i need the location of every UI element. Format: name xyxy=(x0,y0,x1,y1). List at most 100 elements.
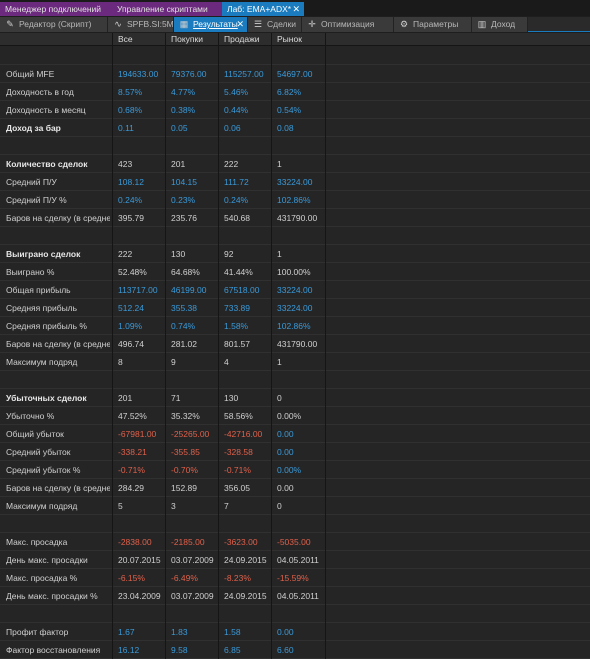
column-divider xyxy=(112,33,113,659)
table-row[interactable]: Максимум подряд 5 3 7 0 xyxy=(0,497,590,515)
table-row[interactable]: Общий MFE 194633.00 79376.00 115257.00 54697… xyxy=(0,65,590,83)
tab-income[interactable]: ▥ Доход xyxy=(472,17,528,32)
value-sells: 67518.00 xyxy=(224,285,260,295)
tab-label: Оптимизация xyxy=(321,19,375,29)
table-row[interactable]: Баров на сделку (в среднем) 284.29 152.89 3… xyxy=(0,479,590,497)
value-market: 33224.00 xyxy=(277,177,313,187)
table-row[interactable]: Макс. просадка -2838.00 -2185.00 -3623.00 -5… xyxy=(0,533,590,551)
close-icon[interactable]: ✕ xyxy=(292,2,300,16)
table-row-spacer[interactable] xyxy=(0,227,590,245)
value-sells xyxy=(224,47,270,65)
column-header-market[interactable]: Рынок xyxy=(277,33,337,46)
value-all: -6.15% xyxy=(118,573,145,583)
value-market: 1 xyxy=(277,249,282,259)
column-header-buys[interactable]: Покупки xyxy=(171,33,217,46)
tab-script-editor[interactable]: ✎ Редактор (Скрипт) xyxy=(0,17,108,32)
row-label: Баров на сделку (в среднем) xyxy=(6,339,110,349)
tab-label: Управление скриптами xyxy=(117,4,208,14)
tab-instrument-chart[interactable]: ∿ SPFB.SI:5M xyxy=(108,17,174,32)
tab-script-manager[interactable]: Управление скриптами xyxy=(112,2,222,16)
value-sells: 1.58 xyxy=(224,627,241,637)
table-row[interactable]: Средняя прибыль 512.24 355.38 733.89 33224.0… xyxy=(0,299,590,317)
table-row[interactable]: День макс. просадки 20.07.2015 03.07.2009 2… xyxy=(0,551,590,569)
table-row-spacer[interactable] xyxy=(0,515,590,533)
table-row[interactable]: Доходность в месяц 0.68% 0.38% 0.44% 0.54% xyxy=(0,101,590,119)
value-sells: 5.46% xyxy=(224,87,249,97)
value-all: 108.12 xyxy=(118,177,144,187)
value-all: 395.79 xyxy=(118,213,144,223)
column-header-all[interactable]: Все xyxy=(118,33,166,46)
row-label: Баров на сделку (в среднем) xyxy=(6,213,110,223)
value-market: 54697.00 xyxy=(277,69,313,79)
table-row[interactable]: Средняя прибыль % 1.09% 0.74% 1.58% 102.86% xyxy=(0,317,590,335)
value-sells: 130 xyxy=(224,393,239,403)
row-label xyxy=(6,137,110,155)
value-sells xyxy=(224,371,270,389)
row-label: Средняя прибыль % xyxy=(6,321,87,331)
table-row[interactable]: Общая прибыль 113717.00 46199.00 67518.00 33… xyxy=(0,281,590,299)
value-all: 1.67 xyxy=(118,627,135,637)
table-row[interactable]: Фактор восстановления 16.12 9.58 6.85 6.60 xyxy=(0,641,590,659)
value-market: 0.00% xyxy=(277,411,302,421)
table-row-spacer[interactable] xyxy=(0,371,590,389)
value-sells: 222 xyxy=(224,159,239,169)
row-label: Выиграно сделок xyxy=(6,249,81,259)
value-sells: 41.44% xyxy=(224,267,253,277)
value-sells: 0.06 xyxy=(224,123,241,133)
table-row[interactable]: Выиграно % 52.48% 64.68% 41.44% 100.00% xyxy=(0,263,590,281)
row-label xyxy=(6,515,110,533)
table-row[interactable]: Выиграно сделок 222 130 92 1 xyxy=(0,245,590,263)
close-icon[interactable]: ✕ xyxy=(236,17,244,32)
table-row[interactable]: Количество сделок 423 201 222 1 xyxy=(0,155,590,173)
table-row[interactable]: Баров на сделку (в среднем) 496.74 281.02 8… xyxy=(0,335,590,353)
row-label: День макс. просадки % xyxy=(6,591,98,601)
value-all: -338.21 xyxy=(118,447,147,457)
table-row[interactable]: Доходность в год 8.57% 4.77% 5.46% 6.82% xyxy=(0,83,590,101)
column-divider xyxy=(218,33,219,659)
value-market: 6.82% xyxy=(277,87,302,97)
tab-label: SPFB.SI:5M xyxy=(127,19,174,29)
value-market: 0 xyxy=(277,393,282,403)
tab-connection-manager[interactable]: Менеджер подключений xyxy=(0,2,112,16)
value-buys: 281.02 xyxy=(171,339,197,349)
row-label: Убыточных сделок xyxy=(6,393,87,403)
row-label xyxy=(6,605,110,623)
tab-lab-ema-adx[interactable]: Лаб: EMA+ADX* ✕ xyxy=(222,2,304,16)
table-row[interactable]: Доход за бар 0.11 0.05 0.06 0.08 xyxy=(0,119,590,137)
tab-trades[interactable]: ☰ Сделки xyxy=(248,17,302,32)
table-row[interactable]: Баров на сделку (в среднем) 395.79 235.76 5… xyxy=(0,209,590,227)
table-row[interactable]: Общий убыток -67981.00 -25265.00 -42716.00 0… xyxy=(0,425,590,443)
value-sells: -8.23% xyxy=(224,573,251,583)
value-market: 33224.00 xyxy=(277,285,313,295)
value-buys xyxy=(171,137,217,155)
tab-optimization[interactable]: ✛ Оптимизация xyxy=(302,17,394,32)
value-buys: -2185.00 xyxy=(171,537,205,547)
table-row-spacer[interactable] xyxy=(0,47,590,65)
value-all: 16.12 xyxy=(118,645,140,655)
table-row[interactable]: Средний П/У 108.12 104.15 111.72 33224.00 xyxy=(0,173,590,191)
table-row[interactable]: День макс. просадки % 23.04.2009 03.07.200… xyxy=(0,587,590,605)
tab-results[interactable]: ▦ Результаты ✕ xyxy=(174,17,248,32)
table-row[interactable]: Средний П/У % 0.24% 0.23% 0.24% 102.86% xyxy=(0,191,590,209)
table-row[interactable]: Макс. просадка % -6.15% -6.49% -8.23% -15.59… xyxy=(0,569,590,587)
value-buys xyxy=(171,47,217,65)
table-row[interactable]: Средний убыток -338.21 -355.85 -328.58 0.00 xyxy=(0,443,590,461)
value-all: 52.48% xyxy=(118,267,147,277)
table-row[interactable]: Убыточных сделок 201 71 130 0 xyxy=(0,389,590,407)
value-market: 431790.00 xyxy=(277,213,318,223)
column-divider xyxy=(325,33,326,659)
value-sells xyxy=(224,515,270,533)
table-row[interactable]: Средний убыток % -0.71% -0.70% -0.71% 0.00% xyxy=(0,461,590,479)
table-row[interactable]: Убыточно % 47.52% 35.32% 58.56% 0.00% xyxy=(0,407,590,425)
grid-header: Все Покупки Продажи Рынок xyxy=(0,33,590,46)
tab-parameters[interactable]: ⚙ Параметры xyxy=(394,17,472,32)
table-row[interactable]: Максимум подряд 8 9 4 1 xyxy=(0,353,590,371)
table-row-spacer[interactable] xyxy=(0,137,590,155)
table-row[interactable]: Профит фактор 1.67 1.83 1.58 0.00 xyxy=(0,623,590,641)
row-label: Общая прибыль xyxy=(6,285,71,295)
lab-subtab-bar: ✎ Редактор (Скрипт) ∿ SPFB.SI:5M ▦ Результа… xyxy=(0,17,590,32)
table-row-spacer[interactable] xyxy=(0,605,590,623)
column-header-sells[interactable]: Продажи xyxy=(224,33,270,46)
value-all: 423 xyxy=(118,159,133,169)
value-all xyxy=(118,605,166,623)
